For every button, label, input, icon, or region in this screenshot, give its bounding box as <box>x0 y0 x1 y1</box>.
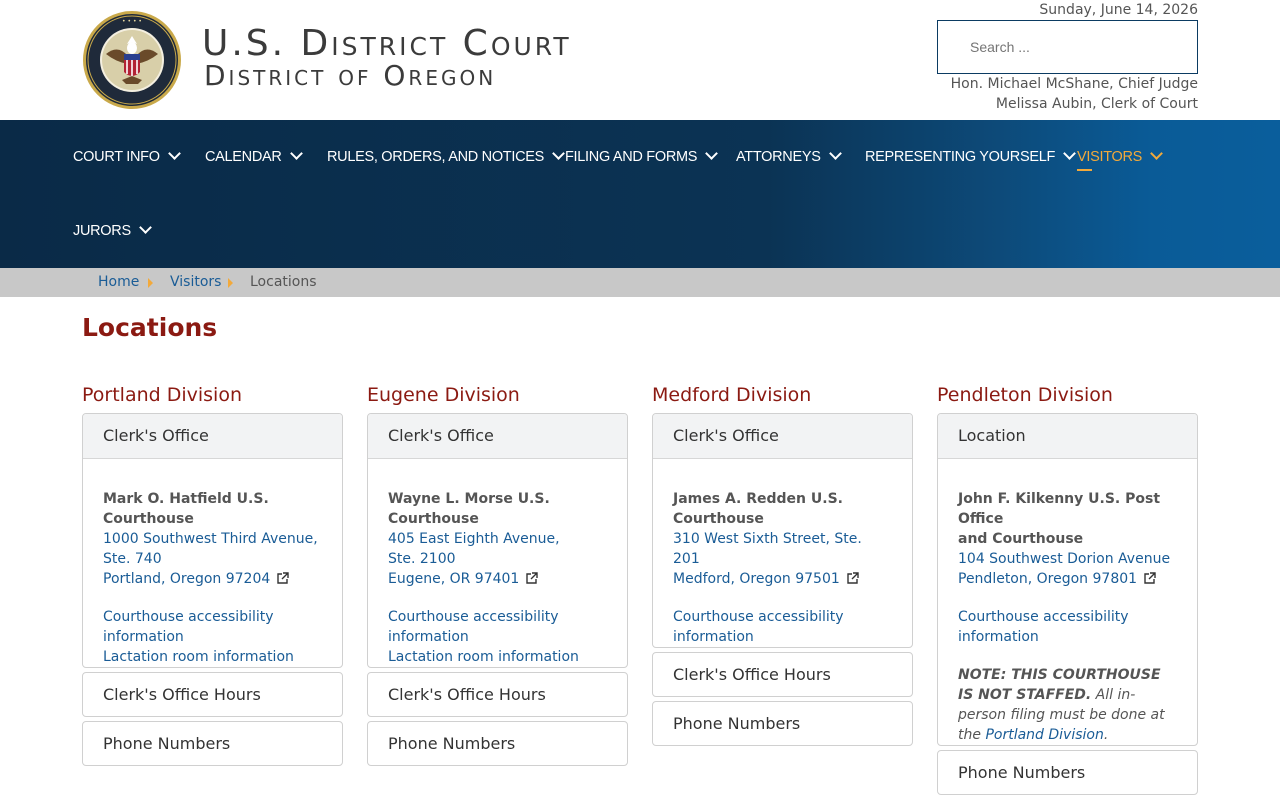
chief-judge-link[interactable]: Hon. Michael McShane, Chief Judge <box>951 76 1198 92</box>
nav-jurors[interactable]: JURORS <box>73 221 152 241</box>
site-header: • • • • U.S. District Court District of … <box>0 0 1280 120</box>
chevron-down-icon <box>289 147 303 160</box>
phone-numbers-accordion[interactable]: Phone Numbers <box>652 701 913 746</box>
clerk-office-hours-accordion[interactable]: Clerk's Office Hours <box>652 652 913 697</box>
nav-calendar[interactable]: CALENDAR <box>205 147 303 167</box>
phone-numbers-accordion[interactable]: Phone Numbers <box>82 721 343 766</box>
breadcrumb-current: Locations <box>250 274 317 290</box>
accessibility-link[interactable]: Courthouse accessibility information <box>388 607 607 647</box>
address-line: 104 Southwest Dorion Avenue <box>958 551 1171 567</box>
accessibility-link[interactable]: Courthouse accessibility information <box>958 607 1177 647</box>
courthouse-name: James A. Redden U.S. Courthouse <box>673 491 843 527</box>
current-date: Sunday, June 14, 2026 <box>1039 2 1198 18</box>
address-line: Medford, Oregon 97501 <box>673 571 840 587</box>
nav-visitors[interactable]: VISITORS <box>1077 147 1163 171</box>
site-title[interactable]: U.S. District Court <box>202 24 572 64</box>
chevron-down-icon <box>828 147 842 160</box>
accessibility-link[interactable]: Courthouse accessibility information <box>673 607 892 647</box>
clerk-office-hours-accordion[interactable]: Clerk's Office Hours <box>367 672 628 717</box>
breadcrumb-visitors[interactable]: Visitors <box>170 273 221 291</box>
address-line: 1000 Southwest Third Avenue, <box>103 531 318 547</box>
address-link[interactable]: 104 Southwest Dorion Avenue Pendleton, O… <box>958 549 1177 589</box>
lactation-room-link[interactable]: Lactation room information <box>103 647 322 667</box>
chevron-down-icon <box>1063 147 1076 160</box>
courthouse-name-line: and Courthouse <box>958 531 1084 547</box>
note-end: . <box>1103 727 1109 743</box>
chevron-down-icon <box>552 147 565 160</box>
card-header[interactable]: Clerk's Office <box>368 414 627 459</box>
external-link-icon <box>847 572 859 584</box>
address-link[interactable]: 405 East Eighth Avenue, Ste. 2100 Eugene… <box>388 529 607 589</box>
chevron-down-icon <box>1150 147 1163 160</box>
address-link[interactable]: 1000 Southwest Third Avenue, Ste. 740 Po… <box>103 529 322 589</box>
card-header[interactable]: Clerk's Office <box>653 414 912 459</box>
site-subtitle[interactable]: District of Oregon <box>204 60 496 92</box>
card-header[interactable]: Clerk's Office <box>83 414 342 459</box>
nav-label: RULES, ORDERS, AND NOTICES <box>327 149 544 165</box>
clerk-office-hours-accordion[interactable]: Clerk's Office Hours <box>82 672 343 717</box>
nav-label: CALENDAR <box>205 149 282 165</box>
pendleton-division-title: Pendleton Division <box>937 384 1113 406</box>
svg-text:• • • •: • • • • <box>122 18 142 25</box>
external-link-icon <box>277 572 289 584</box>
address-line: 405 East Eighth Avenue, <box>388 531 560 547</box>
medford-division-title: Medford Division <box>652 384 812 406</box>
address-line: Eugene, OR 97401 <box>388 571 520 587</box>
external-link-icon <box>526 572 539 584</box>
page-title: Locations <box>82 313 218 342</box>
not-staffed-note: NOTE: THIS COURTHOUSE IS NOT STAFFED. Al… <box>958 665 1177 745</box>
courthouse-name: Mark O. Hatfield U.S. Courthouse <box>103 491 269 527</box>
eugene-division-title: Eugene Division <box>367 384 520 406</box>
caret-right-icon <box>228 278 233 288</box>
address-line: Ste. 2100 <box>388 551 456 567</box>
pendleton-location-card: Location John F. Kilkenny U.S. Post Offi… <box>937 413 1198 746</box>
chevron-down-icon <box>167 147 181 160</box>
nav-representing-yourself[interactable]: REPRESENTING YOURSELF <box>865 147 1076 167</box>
search-box[interactable] <box>937 20 1198 74</box>
chevron-down-icon <box>138 221 152 234</box>
phone-numbers-accordion[interactable]: Phone Numbers <box>937 750 1198 795</box>
accessibility-link[interactable]: Courthouse accessibility information <box>103 607 322 647</box>
address-line: 310 West Sixth Street, Ste. 201 <box>673 531 862 567</box>
phone-numbers-accordion[interactable]: Phone Numbers <box>367 721 628 766</box>
nav-label: JURORS <box>73 223 131 239</box>
address-line: Ste. 740 <box>103 551 162 567</box>
search-input[interactable] <box>938 21 1197 73</box>
courthouse-name: John F. Kilkenny U.S. Post Office and Co… <box>958 489 1177 549</box>
medford-clerk-card: Clerk's Office James A. Redden U.S. Cour… <box>652 413 913 648</box>
nav-filing-and-forms[interactable]: FILING AND FORMS <box>565 147 719 167</box>
active-indicator <box>1077 169 1092 171</box>
breadcrumb-home[interactable]: Home <box>98 273 139 291</box>
address-line: Pendleton, Oregon 97801 <box>958 571 1138 587</box>
nav-label: VISITORS <box>1077 149 1143 165</box>
main-nav: COURT INFO CALENDAR RULES, ORDERS, AND N… <box>0 120 1280 268</box>
nav-label: COURT INFO <box>73 149 160 165</box>
lactation-room-link[interactable]: Lactation room information <box>388 647 607 667</box>
card-header[interactable]: Location <box>938 414 1197 459</box>
courthouse-name-line: John F. Kilkenny U.S. Post Office <box>958 491 1161 527</box>
court-seal-icon[interactable]: • • • • <box>82 10 182 110</box>
eugene-clerk-card: Clerk's Office Wayne L. Morse U.S. Court… <box>367 413 628 668</box>
portland-division-title: Portland Division <box>82 384 243 406</box>
nav-court-info[interactable]: COURT INFO <box>73 147 181 167</box>
breadcrumb: Home Visitors Locations <box>0 268 1280 297</box>
caret-right-icon <box>148 278 153 288</box>
nav-label: REPRESENTING YOURSELF <box>865 149 1056 165</box>
external-link-icon <box>1144 572 1156 584</box>
nav-rules-orders-notices[interactable]: RULES, ORDERS, AND NOTICES <box>327 147 565 167</box>
portland-division-link[interactable]: Portland Division <box>985 727 1103 743</box>
portland-clerk-card: Clerk's Office Mark O. Hatfield U.S. Cou… <box>82 413 343 668</box>
clerk-of-court-link[interactable]: Melissa Aubin, Clerk of Court <box>996 96 1198 112</box>
courthouse-name: Wayne L. Morse U.S. Courthouse <box>388 491 550 527</box>
chevron-down-icon <box>705 147 719 160</box>
nav-label: FILING AND FORMS <box>565 149 698 165</box>
nav-label: ATTORNEYS <box>736 149 821 165</box>
address-line: Portland, Oregon 97204 <box>103 571 271 587</box>
nav-attorneys[interactable]: ATTORNEYS <box>736 147 842 167</box>
address-link[interactable]: 310 West Sixth Street, Ste. 201 Medford,… <box>673 529 892 589</box>
